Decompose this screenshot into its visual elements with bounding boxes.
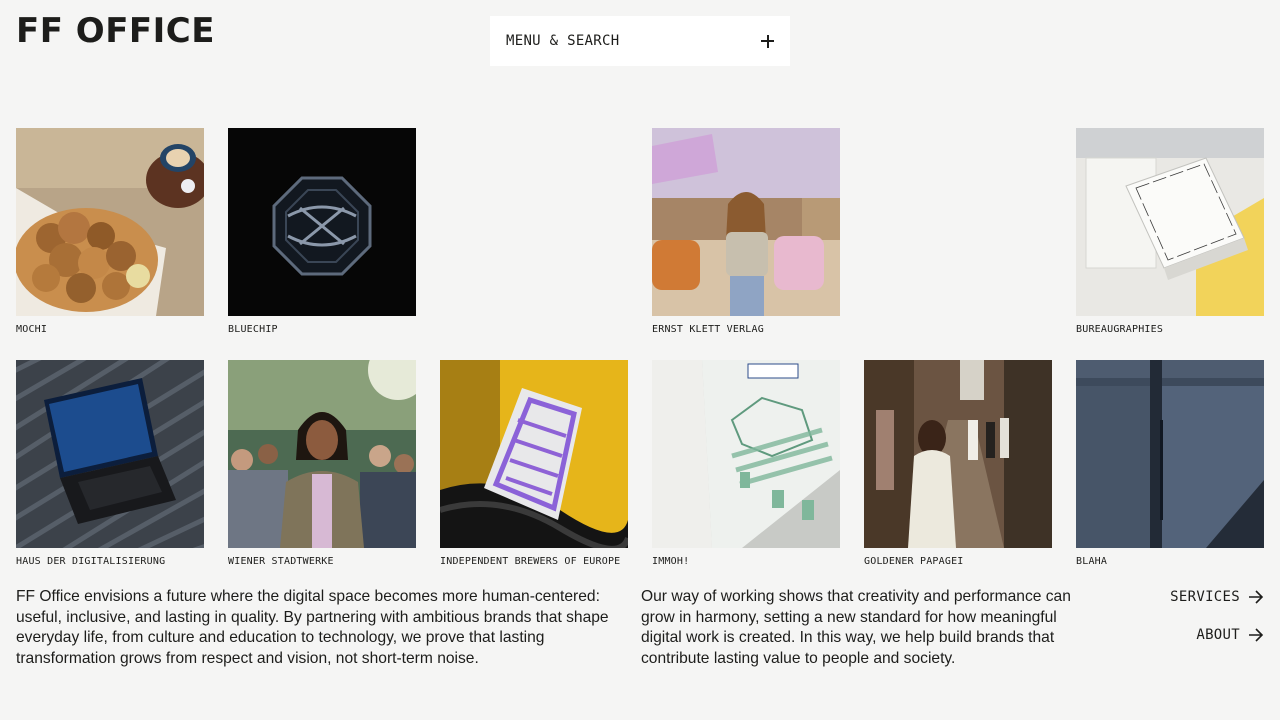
logo[interactable]: FF OFFICE: [16, 14, 215, 48]
project-image-haus-der-digitalisierung: [16, 360, 204, 548]
project-image-mochi: [16, 128, 204, 316]
project-image-immoh: [652, 360, 840, 548]
project-label: MOCHI: [16, 324, 48, 335]
project-tile-blaha[interactable]: BLAHA: [1076, 360, 1264, 568]
project-label: BUREAUGRAPHIES: [1076, 324, 1164, 335]
logo-text: FF OFFICE: [16, 11, 215, 51]
about-link-label: ABOUT: [1196, 627, 1240, 643]
project-tile-mochi[interactable]: MOCHI: [16, 128, 204, 336]
project-tile-wiener-stadtwerke[interactable]: WIENER STADTWERKE: [228, 360, 416, 568]
arrow-right-icon: [1249, 590, 1264, 604]
project-tile-independent-brewers-of-europe[interactable]: INDEPENDENT BREWERS OF EUROPE: [440, 360, 628, 568]
menu-search-label: MENU & SEARCH: [506, 33, 620, 49]
intro-paragraph-left: FF Office envisions a future where the d…: [16, 588, 609, 667]
intro-paragraph-right: Our way of working shows that creativity…: [641, 588, 1071, 667]
project-tile-goldener-papagei[interactable]: GOLDENER PAPAGEI: [864, 360, 1052, 568]
project-tile-immoh[interactable]: IMMOH!: [652, 360, 840, 568]
about-link[interactable]: ABOUT: [1196, 627, 1264, 643]
arrow-right-icon: [1249, 628, 1264, 642]
project-image-wiener-stadtwerke: [228, 360, 416, 548]
project-label: BLUECHIP: [228, 324, 278, 335]
services-link-label: SERVICES: [1170, 589, 1240, 605]
project-label: HAUS DER DIGITALISIERUNG: [16, 556, 166, 567]
project-tile-bluechip[interactable]: BLUECHIP: [228, 128, 416, 336]
project-image-bluechip: [228, 128, 416, 316]
project-image-goldener-papagei: [864, 360, 1052, 548]
project-label: IMMOH!: [652, 556, 690, 567]
project-label: WIENER STADTWERKE: [228, 556, 334, 567]
menu-search-button[interactable]: MENU & SEARCH: [490, 16, 790, 66]
project-tile-haus-der-digitalisierung[interactable]: HAUS DER DIGITALISIERUNG: [16, 360, 204, 568]
project-label: GOLDENER PAPAGEI: [864, 556, 964, 567]
project-image-independent-brewers-of-europe: [440, 360, 628, 548]
plus-icon: [761, 34, 774, 48]
project-image-bureaugraphies: [1076, 128, 1264, 316]
project-label: INDEPENDENT BREWERS OF EUROPE: [440, 556, 621, 567]
project-image-blaha: [1076, 360, 1264, 548]
project-image-ernst-klett-verlag: [652, 128, 840, 316]
project-tile-bureaugraphies[interactable]: BUREAUGRAPHIES: [1076, 128, 1264, 336]
project-label: ERNST KLETT VERLAG: [652, 324, 764, 335]
services-link[interactable]: SERVICES: [1170, 589, 1264, 605]
project-label: BLAHA: [1076, 556, 1108, 567]
project-tile-ernst-klett-verlag[interactable]: ERNST KLETT VERLAG: [652, 128, 840, 336]
